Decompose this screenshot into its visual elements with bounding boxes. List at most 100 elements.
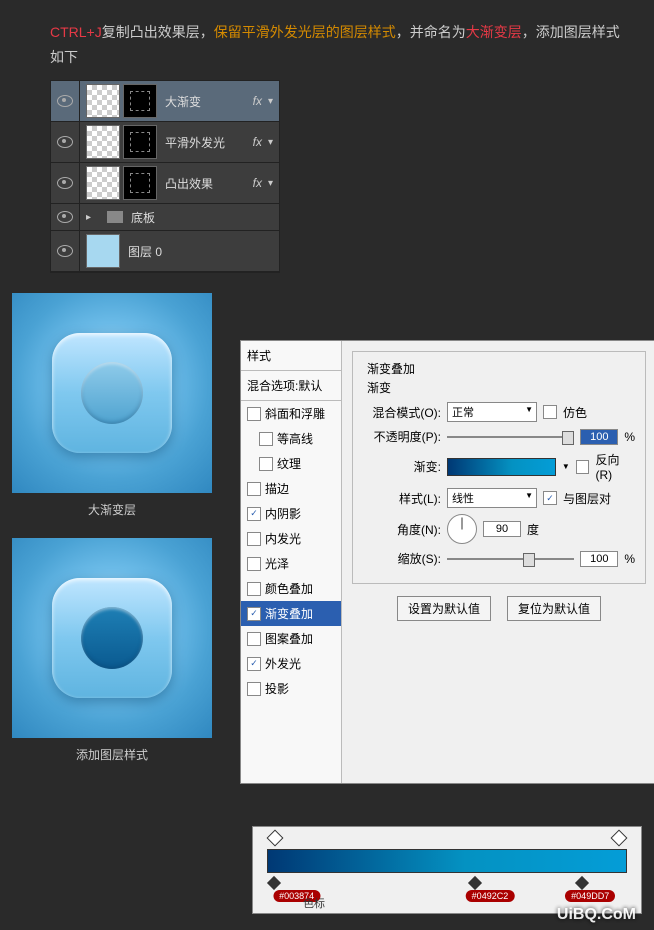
- reset-default-button[interactable]: 复位为默认值: [507, 596, 601, 621]
- layer-thumb[interactable]: [86, 84, 120, 118]
- hex-badge: #0492C2: [466, 890, 515, 902]
- layer-row[interactable]: 大渐变 fx ▾: [51, 81, 279, 122]
- instruction-text: CTRL+J复制凸出效果层，保留平滑外发光层的图层样式，并命名为大渐变层，添加图…: [0, 0, 654, 80]
- gradient-editor: #003874 #0492C2 #049DD7 色标: [252, 826, 642, 914]
- chevron-right-icon[interactable]: ▸: [86, 212, 91, 223]
- layer-name: 图层 0: [120, 243, 279, 260]
- layer-row[interactable]: 平滑外发光 fx ▾: [51, 122, 279, 163]
- reverse-checkbox[interactable]: [576, 460, 590, 474]
- opacity-slider[interactable]: [447, 436, 574, 438]
- watermark: UiBQ.CoM: [557, 906, 636, 924]
- color-stop[interactable]: [269, 878, 281, 890]
- icon-circle: [81, 607, 143, 669]
- fieldset-legend: 渐变叠加: [363, 360, 419, 377]
- chevron-down-icon[interactable]: ▾: [268, 178, 273, 189]
- slider-thumb[interactable]: [523, 553, 535, 567]
- color-stop[interactable]: [577, 878, 589, 890]
- style-gradient-overlay[interactable]: ✓渐变叠加: [241, 601, 341, 626]
- style-bevel[interactable]: 斜面和浮雕: [241, 401, 341, 426]
- checkbox[interactable]: ✓: [247, 607, 261, 621]
- checkbox[interactable]: [247, 582, 261, 596]
- angle-dial[interactable]: [447, 514, 477, 544]
- style-drop-shadow[interactable]: 投影: [241, 676, 341, 701]
- layers-panel: 大渐变 fx ▾ 平滑外发光 fx ▾ 凸出效果 fx ▾ ▸ 底板 图层 0: [50, 80, 280, 273]
- align-label: 与图层对: [563, 490, 611, 507]
- layer-row[interactable]: ▸ 底板: [51, 204, 279, 231]
- styles-header[interactable]: 样式: [241, 341, 341, 371]
- visibility-toggle[interactable]: [51, 204, 80, 230]
- scale-input[interactable]: 100: [580, 551, 618, 567]
- layer-name: 平滑外发光: [157, 134, 253, 151]
- eye-icon: [57, 177, 73, 189]
- visibility-toggle[interactable]: [51, 163, 80, 203]
- style-contour[interactable]: 等高线: [241, 426, 341, 451]
- gradient-swatch[interactable]: [447, 458, 556, 476]
- chevron-down-icon[interactable]: ▾: [268, 96, 273, 107]
- angle-input[interactable]: 90: [483, 521, 521, 537]
- gradient-bar[interactable]: #003874 #0492C2 #049DD7: [267, 849, 627, 873]
- style-outer-glow[interactable]: ✓外发光: [241, 651, 341, 676]
- checkbox[interactable]: [259, 457, 273, 471]
- opacity-input[interactable]: 100: [580, 429, 618, 445]
- opacity-stop[interactable]: [267, 830, 284, 847]
- blend-mode-label: 混合模式(O):: [363, 404, 441, 421]
- dither-label: 仿色: [563, 404, 587, 421]
- checkbox[interactable]: ✓: [247, 507, 261, 521]
- layer-row[interactable]: 图层 0: [51, 231, 279, 272]
- visibility-toggle[interactable]: [51, 81, 80, 121]
- style-satin[interactable]: 光泽: [241, 551, 341, 576]
- visibility-toggle[interactable]: [51, 122, 80, 162]
- scale-slider[interactable]: [447, 558, 574, 560]
- checkbox[interactable]: [247, 557, 261, 571]
- gradient-overlay-panel: 渐变叠加 渐变 混合模式(O): 正常 仿色 不透明度(P): 100 % 渐变…: [342, 341, 654, 783]
- style-inner-shadow[interactable]: ✓内阴影: [241, 501, 341, 526]
- fx-indicator[interactable]: fx: [253, 176, 262, 190]
- fx-indicator[interactable]: fx: [253, 94, 262, 108]
- layer-thumb[interactable]: [86, 166, 120, 200]
- checkbox[interactable]: [259, 432, 273, 446]
- layer-thumb[interactable]: [86, 234, 120, 268]
- style-stroke[interactable]: 描边: [241, 476, 341, 501]
- layer-mask[interactable]: [123, 84, 157, 118]
- layer-name: 凸出效果: [157, 175, 253, 192]
- folder-icon: [107, 211, 123, 223]
- style-pattern-overlay[interactable]: 图案叠加: [241, 626, 341, 651]
- icon-circle: [81, 362, 143, 424]
- preview-caption: 大渐变层: [12, 501, 212, 518]
- blend-mode-dropdown[interactable]: 正常: [447, 402, 537, 422]
- color-stop[interactable]: [470, 878, 482, 890]
- fx-indicator[interactable]: fx: [253, 135, 262, 149]
- style-color-overlay[interactable]: 颜色叠加: [241, 576, 341, 601]
- layer-mask[interactable]: [123, 166, 157, 200]
- align-checkbox[interactable]: ✓: [543, 491, 557, 505]
- scale-label: 缩放(S):: [363, 550, 441, 567]
- checkbox[interactable]: [247, 407, 261, 421]
- checkbox[interactable]: [247, 632, 261, 646]
- checkbox[interactable]: [247, 682, 261, 696]
- opacity-label: 不透明度(P):: [363, 428, 441, 445]
- chevron-down-icon[interactable]: ▾: [268, 137, 273, 148]
- icon-preview: [12, 293, 212, 493]
- chevron-down-icon[interactable]: ▼: [562, 462, 570, 471]
- opacity-stop[interactable]: [610, 830, 627, 847]
- slider-thumb[interactable]: [562, 431, 574, 445]
- gradient-label: 渐变:: [363, 458, 441, 475]
- style-texture[interactable]: 纹理: [241, 451, 341, 476]
- layer-mask[interactable]: [123, 125, 157, 159]
- shortcut-text: CTRL+J: [50, 24, 102, 40]
- checkbox[interactable]: ✓: [247, 657, 261, 671]
- dither-checkbox[interactable]: [543, 405, 557, 419]
- layer-thumb[interactable]: [86, 125, 120, 159]
- blend-options-header[interactable]: 混合选项:默认: [241, 371, 341, 401]
- set-default-button[interactable]: 设置为默认值: [397, 596, 491, 621]
- style-inner-glow[interactable]: 内发光: [241, 526, 341, 551]
- icon-body: [52, 578, 172, 698]
- checkbox[interactable]: [247, 482, 261, 496]
- visibility-toggle[interactable]: [51, 231, 80, 271]
- reverse-label: 反向(R): [595, 451, 635, 482]
- layer-style-dialog: 样式 混合选项:默认 斜面和浮雕 等高线 纹理 描边 ✓内阴影 内发光 光泽 颜…: [240, 340, 654, 784]
- layer-row[interactable]: 凸出效果 fx ▾: [51, 163, 279, 204]
- subgroup-label: 渐变: [367, 379, 635, 396]
- style-dropdown[interactable]: 线性: [447, 488, 537, 508]
- checkbox[interactable]: [247, 532, 261, 546]
